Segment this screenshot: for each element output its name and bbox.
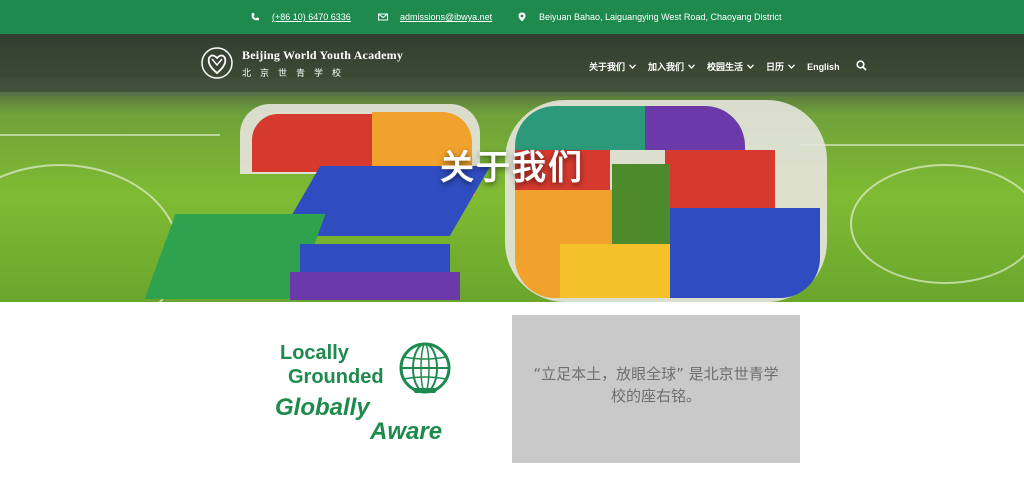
crowd-blue <box>670 208 820 298</box>
motto-line: Grounded <box>288 366 384 388</box>
phone-contact: (+86 10) 6470 6336 <box>250 12 351 22</box>
chevron-down-icon <box>788 64 796 69</box>
logo-chinese-name: 北京世青学校 <box>242 67 351 78</box>
email-link[interactable]: admissions@ibwya.net <box>400 12 492 22</box>
nav-join-us[interactable]: 加入我们 <box>648 60 696 73</box>
school-crest-icon <box>201 47 233 79</box>
chevron-down-icon <box>629 64 636 69</box>
nav-label: English <box>807 61 840 72</box>
content-section: Locally Grounded Globally Aware “立足本土，放眼… <box>0 302 1024 478</box>
globe-icon <box>399 342 451 394</box>
search-icon[interactable] <box>855 60 867 71</box>
crowd-blue <box>300 244 450 272</box>
nav-calendar[interactable]: 日历 <box>766 60 796 73</box>
school-logo[interactable]: Beijing World Youth Academy 北京世青学校 <box>200 46 403 80</box>
phone-icon <box>251 13 259 21</box>
nav-label: 加入我们 <box>648 62 685 72</box>
chevron-down-icon <box>747 64 755 69</box>
address-text: Beiyuan Bahao, Laiguangying West Road, C… <box>539 12 782 22</box>
crowd-purple <box>290 272 460 300</box>
nav-campus-life[interactable]: 校园生活 <box>707 60 755 73</box>
nav-about-us[interactable]: 关于我们 <box>589 60 636 73</box>
nav-label: 关于我们 <box>589 62 626 72</box>
motto-line: Aware <box>370 418 443 445</box>
nav-label: 日历 <box>766 62 785 72</box>
motto-line: Globally <box>275 394 370 421</box>
motto-line: Locally <box>280 342 349 364</box>
nav-label: 校园生活 <box>707 62 744 72</box>
field-marking <box>0 134 220 136</box>
logo-english-name: Beijing World Youth Academy <box>242 47 404 62</box>
crowd-yellow <box>560 244 670 298</box>
envelope-icon <box>378 13 388 21</box>
nav-english[interactable]: English <box>807 60 840 73</box>
contact-bar: (+86 10) 6470 6336 admissions@ibwya.net … <box>0 0 1024 34</box>
site-header: Beijing World Youth Academy 北京世青学校 关于我们 … <box>0 34 1024 92</box>
address-contact: Beiyuan Bahao, Laiguangying West Road, C… <box>517 12 781 22</box>
motto-quote: “立足本土，放眼全球” 是北京世青学校的座右铭。 <box>533 365 779 405</box>
email-contact: admissions@ibwya.net <box>378 12 492 22</box>
chevron-down-icon <box>688 64 696 69</box>
page-title: 关于我们 <box>440 148 584 188</box>
main-nav: 关于我们 加入我们 校园生活 日历 English <box>589 60 867 73</box>
motto-logo: Locally Grounded Globally Aware <box>265 316 475 466</box>
phone-link[interactable]: (+86 10) 6470 6336 <box>272 12 351 22</box>
map-pin-icon <box>518 12 526 22</box>
motto-quote-card: “立足本土，放眼全球” 是北京世青学校的座右铭。 <box>512 315 800 463</box>
